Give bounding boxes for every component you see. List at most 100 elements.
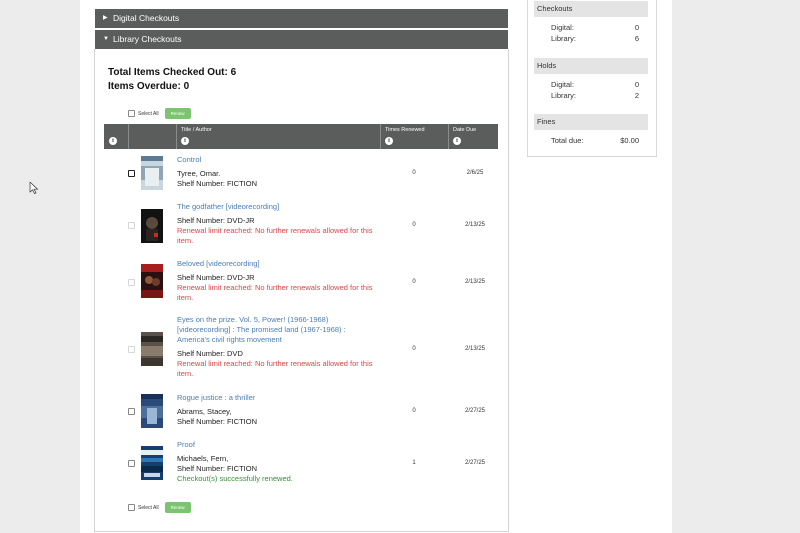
bottom-select-all-checkbox[interactable] — [128, 504, 135, 511]
row-select-checkbox[interactable] — [128, 170, 135, 177]
select-column-header[interactable]: ⇕ — [104, 124, 128, 149]
renewal-limit-message: Renewal limit reached: No further renewa… — [177, 226, 373, 245]
holds-library-label: Library: — [551, 91, 577, 100]
item-shelf-number: Shelf Number: FICTION — [177, 464, 258, 473]
holds-library-value: 2 — [634, 91, 639, 100]
item-author: Michaels, Fern, — [177, 454, 229, 463]
holds-digital-line: Digital: 0 — [551, 80, 639, 90]
title-author-column-header[interactable]: Title / Author ⇕ — [176, 124, 380, 149]
sort-icon: ⇕ — [385, 137, 393, 145]
times-renewed-value: 1 — [412, 460, 416, 466]
checkouts-digital-value: 0 — [634, 23, 639, 32]
holds-digital-value: 0 — [634, 80, 639, 89]
fines-total-value: $0.00 — [620, 136, 639, 145]
date-due-value: 2/27/25 — [464, 460, 486, 466]
item-details: Eyes on the prize. Vol. 5, Power! (1966-… — [177, 315, 377, 379]
times-renewed-value: 0 — [412, 408, 416, 414]
checkouts-heading: Checkouts — [534, 1, 648, 17]
book-cover-thumbnail[interactable] — [141, 156, 163, 190]
item-shelf-number: Shelf Number: FICTION — [177, 179, 258, 188]
item-shelf-number: Shelf Number: DVD-JR — [177, 216, 255, 225]
digital-checkouts-toggle[interactable]: ▶ Digital Checkouts — [95, 9, 508, 28]
top-select-all-checkbox[interactable] — [128, 110, 135, 117]
table-row: Beloved [videorecording] Shelf Number: D… — [104, 258, 498, 308]
item-author: Abrams, Stacey, — [177, 407, 232, 416]
caret-down-icon: ▼ — [103, 36, 109, 42]
item-shelf-number: Shelf Number: DVD — [177, 349, 243, 358]
caret-right-icon: ▶ — [103, 15, 108, 21]
holds-digital-label: Digital: — [551, 80, 574, 89]
bottom-select-all-label: Select All — [138, 504, 159, 511]
times-renewed-value: 0 — [412, 279, 416, 285]
checkouts-digital-line: Digital: 0 — [551, 23, 639, 33]
times-renewed-header-label: Times Renewed — [385, 127, 425, 133]
top-renew-button[interactable]: Renew — [164, 108, 191, 119]
checkouts-digital-label: Digital: — [551, 23, 574, 32]
date-due-value: 2/13/25 — [464, 222, 486, 228]
item-details: Proof Michaels, Fern, Shelf Number: FICT… — [177, 440, 377, 484]
item-shelf-number: Shelf Number: FICTION — [177, 417, 258, 426]
date-due-value: 2/27/25 — [464, 408, 486, 414]
digital-checkouts-label: Digital Checkouts — [113, 13, 180, 23]
renewal-success-message: Checkout(s) successfully renewed. — [177, 474, 293, 483]
holds-heading: Holds — [534, 58, 648, 74]
library-checkouts-label: Library Checkouts — [113, 34, 182, 44]
date-due-column-header[interactable]: Date Due ⇕ — [448, 124, 498, 149]
item-shelf-number: Shelf Number: DVD-JR — [177, 273, 255, 282]
total-items-text: Total Items Checked Out: 6 — [108, 67, 237, 78]
top-select-all-label: Select All — [138, 110, 159, 117]
row-select-checkbox[interactable] — [128, 279, 135, 286]
book-cover-thumbnail[interactable] — [141, 446, 163, 480]
item-details: Rogue justice : a thriller Abrams, Stace… — [177, 393, 377, 427]
table-row: Proof Michaels, Fern, Shelf Number: FICT… — [104, 439, 498, 489]
times-renewed-value: 0 — [412, 170, 416, 176]
book-cover-thumbnail[interactable] — [141, 264, 163, 298]
renewal-limit-message: Renewal limit reached: No further renewa… — [177, 359, 373, 378]
book-cover-thumbnail[interactable] — [141, 394, 163, 428]
table-row: The godfather [videorecording] Shelf Num… — [104, 201, 498, 251]
times-renewed-value: 0 — [412, 222, 416, 228]
sort-icon: ⇕ — [109, 137, 117, 145]
table-row: Eyes on the prize. Vol. 5, Power! (1966-… — [104, 314, 498, 386]
item-title-link[interactable]: Rogue justice : a thriller — [177, 393, 377, 403]
fines-total-line: Total due: $0.00 — [551, 136, 639, 146]
sort-icon: ⇕ — [181, 137, 189, 145]
renewal-limit-message: Renewal limit reached: No further renewa… — [177, 283, 373, 302]
item-title-link[interactable]: Control — [177, 155, 377, 165]
bottom-renew-button[interactable]: Renew — [164, 502, 191, 513]
checkouts-library-line: Library: 6 — [551, 34, 639, 44]
checkouts-library-value: 6 — [634, 34, 639, 43]
date-due-value: 2/13/25 — [464, 279, 486, 285]
item-author: Tyree, Omar. — [177, 169, 221, 178]
row-select-checkbox[interactable] — [128, 460, 135, 467]
book-cover-thumbnail[interactable] — [141, 209, 163, 243]
sort-icon: ⇕ — [453, 137, 461, 145]
library-checkouts-toggle[interactable]: ▼ Library Checkouts — [95, 30, 508, 49]
times-renewed-value: 0 — [412, 346, 416, 352]
item-title-link[interactable]: Proof — [177, 440, 377, 450]
row-select-checkbox[interactable] — [128, 346, 135, 353]
checkouts-table-header: ⇕ Title / Author ⇕ Times Renewed ⇕ Date … — [104, 124, 498, 149]
times-renewed-column-header[interactable]: Times Renewed ⇕ — [380, 124, 448, 149]
date-due-value: 2/13/25 — [464, 346, 486, 352]
item-title-link[interactable]: Beloved [videorecording] — [177, 259, 377, 269]
item-title-link[interactable]: The godfather [videorecording] — [177, 202, 377, 212]
row-select-checkbox[interactable] — [128, 408, 135, 415]
table-row: Rogue justice : a thriller Abrams, Stace… — [104, 392, 498, 432]
checkouts-library-label: Library: — [551, 34, 577, 43]
title-author-header-label: Title / Author — [181, 127, 212, 133]
mouse-cursor-icon — [29, 182, 39, 194]
item-details: Control Tyree, Omar. Shelf Number: FICTI… — [177, 155, 377, 189]
item-details: Beloved [videorecording] Shelf Number: D… — [177, 259, 377, 303]
cover-column-header — [128, 124, 176, 149]
fines-heading: Fines — [534, 114, 648, 130]
book-cover-thumbnail[interactable] — [141, 332, 163, 366]
items-overdue-text: Items Overdue: 0 — [108, 81, 190, 92]
item-title-link[interactable]: Eyes on the prize. Vol. 5, Power! (1966-… — [177, 315, 377, 345]
fines-total-label: Total due: — [551, 136, 584, 145]
top-select-all-row: Select All Renew — [128, 108, 191, 119]
holds-library-line: Library: 2 — [551, 91, 639, 101]
row-select-checkbox[interactable] — [128, 222, 135, 229]
date-due-header-label: Date Due — [453, 127, 477, 133]
item-details: The godfather [videorecording] Shelf Num… — [177, 202, 377, 246]
